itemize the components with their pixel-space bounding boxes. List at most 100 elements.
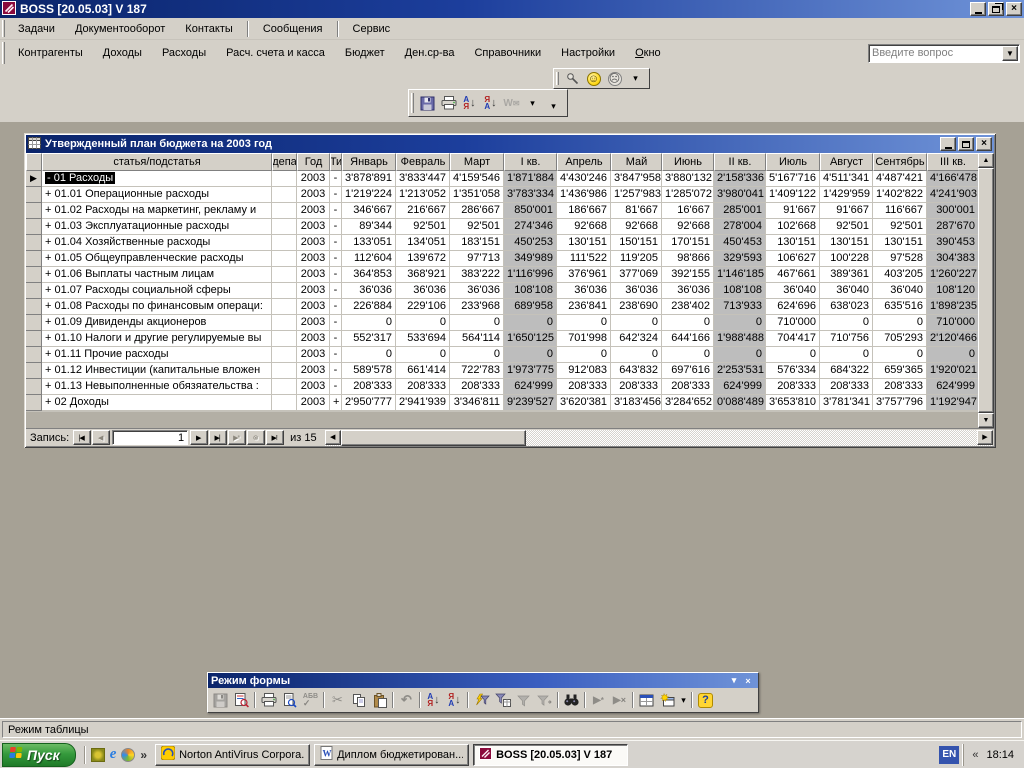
value-cell[interactable]: 36'036: [662, 283, 714, 299]
menu-item-3[interactable]: Контакты: [175, 23, 243, 35]
value-cell[interactable]: 2'941'939: [396, 395, 450, 411]
menu-item-2[interactable]: Документооборот: [65, 23, 175, 35]
article-cell[interactable]: + 01.05 Общеуправленческие расходы: [42, 251, 272, 267]
value-cell[interactable]: 392'155: [662, 267, 714, 283]
ask-question-box[interactable]: Введите вопрос ▼: [868, 44, 1020, 63]
year-cell[interactable]: 2003: [297, 363, 330, 379]
value-cell[interactable]: 403'205: [873, 267, 927, 283]
help-icon[interactable]: ?: [695, 690, 716, 710]
type-cell[interactable]: -: [330, 171, 342, 187]
value-cell[interactable]: 286'667: [450, 203, 504, 219]
column-header-2[interactable]: депа: [272, 153, 297, 171]
department-cell[interactable]: [272, 379, 297, 395]
value-cell[interactable]: 97'713: [450, 251, 504, 267]
value-cell[interactable]: 108'108: [714, 283, 766, 299]
column-header-9[interactable]: Апрель: [557, 153, 611, 171]
media-player-icon[interactable]: [121, 748, 135, 762]
scroll-down-icon[interactable]: ▼: [978, 413, 994, 428]
menu-item-8[interactable]: Настройки: [551, 47, 625, 59]
department-cell[interactable]: [272, 331, 297, 347]
show-desktop-icon[interactable]: [91, 748, 105, 762]
frown-icon[interactable]: ☹: [604, 69, 625, 89]
value-cell[interactable]: 624'999: [504, 379, 557, 395]
value-cell[interactable]: 2'120'466: [927, 331, 978, 347]
row-selector[interactable]: [26, 219, 42, 235]
department-cell[interactable]: [272, 235, 297, 251]
article-cell[interactable]: + 01.13 Невыполненные обязяательства :: [42, 379, 272, 395]
find-icon[interactable]: [561, 690, 582, 710]
value-cell[interactable]: 624'696: [766, 299, 820, 315]
select-all-corner[interactable]: [26, 153, 42, 171]
value-cell[interactable]: 238'402: [662, 299, 714, 315]
menu-item-4[interactable]: Расч. счета и касса: [216, 47, 335, 59]
vertical-scroll-thumb[interactable]: [978, 168, 994, 413]
column-header-12[interactable]: II кв.: [714, 153, 766, 171]
article-cell[interactable]: + 01.08 Расходы по финансовым операци:: [42, 299, 272, 315]
value-cell[interactable]: 710'000: [766, 315, 820, 331]
year-cell[interactable]: 2003: [297, 267, 330, 283]
value-cell[interactable]: 130'151: [557, 235, 611, 251]
article-cell[interactable]: - 01 Расходы: [42, 171, 272, 187]
value-cell[interactable]: 226'884: [342, 299, 396, 315]
value-cell[interactable]: 1'871'884: [504, 171, 557, 187]
value-cell[interactable]: 3'284'652: [662, 395, 714, 411]
value-cell[interactable]: 100'228: [820, 251, 873, 267]
value-cell[interactable]: 36'040: [873, 283, 927, 299]
maximize-button[interactable]: [958, 137, 974, 151]
row-selector[interactable]: [26, 267, 42, 283]
value-cell[interactable]: 4'511'341: [820, 171, 873, 187]
value-cell[interactable]: 533'694: [396, 331, 450, 347]
value-cell[interactable]: 91'667: [766, 203, 820, 219]
value-cell[interactable]: 92'668: [662, 219, 714, 235]
row-selector[interactable]: [26, 395, 42, 411]
value-cell[interactable]: 92'501: [450, 219, 504, 235]
type-cell[interactable]: -: [330, 315, 342, 331]
article-cell[interactable]: + 01.09 Дивиденды акционеров: [42, 315, 272, 331]
type-cell[interactable]: -: [330, 283, 342, 299]
row-selector[interactable]: [26, 331, 42, 347]
value-cell[interactable]: 467'661: [766, 267, 820, 283]
value-cell[interactable]: 229'106: [396, 299, 450, 315]
value-cell[interactable]: 92'501: [820, 219, 873, 235]
form-toolbar-titlebar[interactable]: Режим формы ▾ ×: [208, 673, 758, 688]
tray-chevron-icon[interactable]: «: [972, 749, 978, 761]
value-cell[interactable]: 329'593: [714, 251, 766, 267]
value-cell[interactable]: 0: [766, 347, 820, 363]
value-cell[interactable]: 2'253'531: [714, 363, 766, 379]
year-cell[interactable]: 2003: [297, 283, 330, 299]
close-button[interactable]: ×: [976, 137, 992, 151]
column-header-4[interactable]: Ти: [330, 153, 342, 171]
type-cell[interactable]: +: [330, 395, 342, 411]
type-cell[interactable]: -: [330, 379, 342, 395]
menu-item-5[interactable]: Бюджет: [335, 47, 395, 59]
value-cell[interactable]: 274'346: [504, 219, 557, 235]
value-cell[interactable]: 130'151: [873, 235, 927, 251]
value-cell[interactable]: 450'453: [714, 235, 766, 251]
value-cell[interactable]: 3'346'811: [450, 395, 504, 411]
value-cell[interactable]: 0: [714, 347, 766, 363]
value-cell[interactable]: 661'414: [396, 363, 450, 379]
chevron-down-icon[interactable]: ▼: [1002, 46, 1018, 61]
value-cell[interactable]: 208'333: [820, 379, 873, 395]
dropdown-arrow-icon[interactable]: ▾: [625, 69, 646, 89]
value-cell[interactable]: 659'365: [873, 363, 927, 379]
value-cell[interactable]: 349'989: [504, 251, 557, 267]
value-cell[interactable]: 0'088'489: [714, 395, 766, 411]
value-cell[interactable]: 1'436'986: [557, 187, 611, 203]
year-cell[interactable]: 2003: [297, 187, 330, 203]
value-cell[interactable]: 111'522: [557, 251, 611, 267]
vertical-scrollbar[interactable]: ▲ ▼: [978, 153, 994, 428]
chevron-down-icon[interactable]: ▾: [678, 695, 689, 706]
value-cell[interactable]: 0: [504, 347, 557, 363]
horizontal-scroll-thumb[interactable]: [341, 430, 526, 446]
minimize-button[interactable]: [940, 137, 956, 151]
row-selector[interactable]: [26, 283, 42, 299]
value-cell[interactable]: 3'183'456: [611, 395, 662, 411]
department-cell[interactable]: [272, 283, 297, 299]
value-cell[interactable]: 2'158'336: [714, 171, 766, 187]
value-cell[interactable]: 0: [342, 347, 396, 363]
value-cell[interactable]: 850'001: [504, 203, 557, 219]
column-header-5[interactable]: Январь: [342, 153, 396, 171]
value-cell[interactable]: 3'783'334: [504, 187, 557, 203]
horizontal-scrollbar[interactable]: ◀ ▶: [325, 430, 993, 446]
